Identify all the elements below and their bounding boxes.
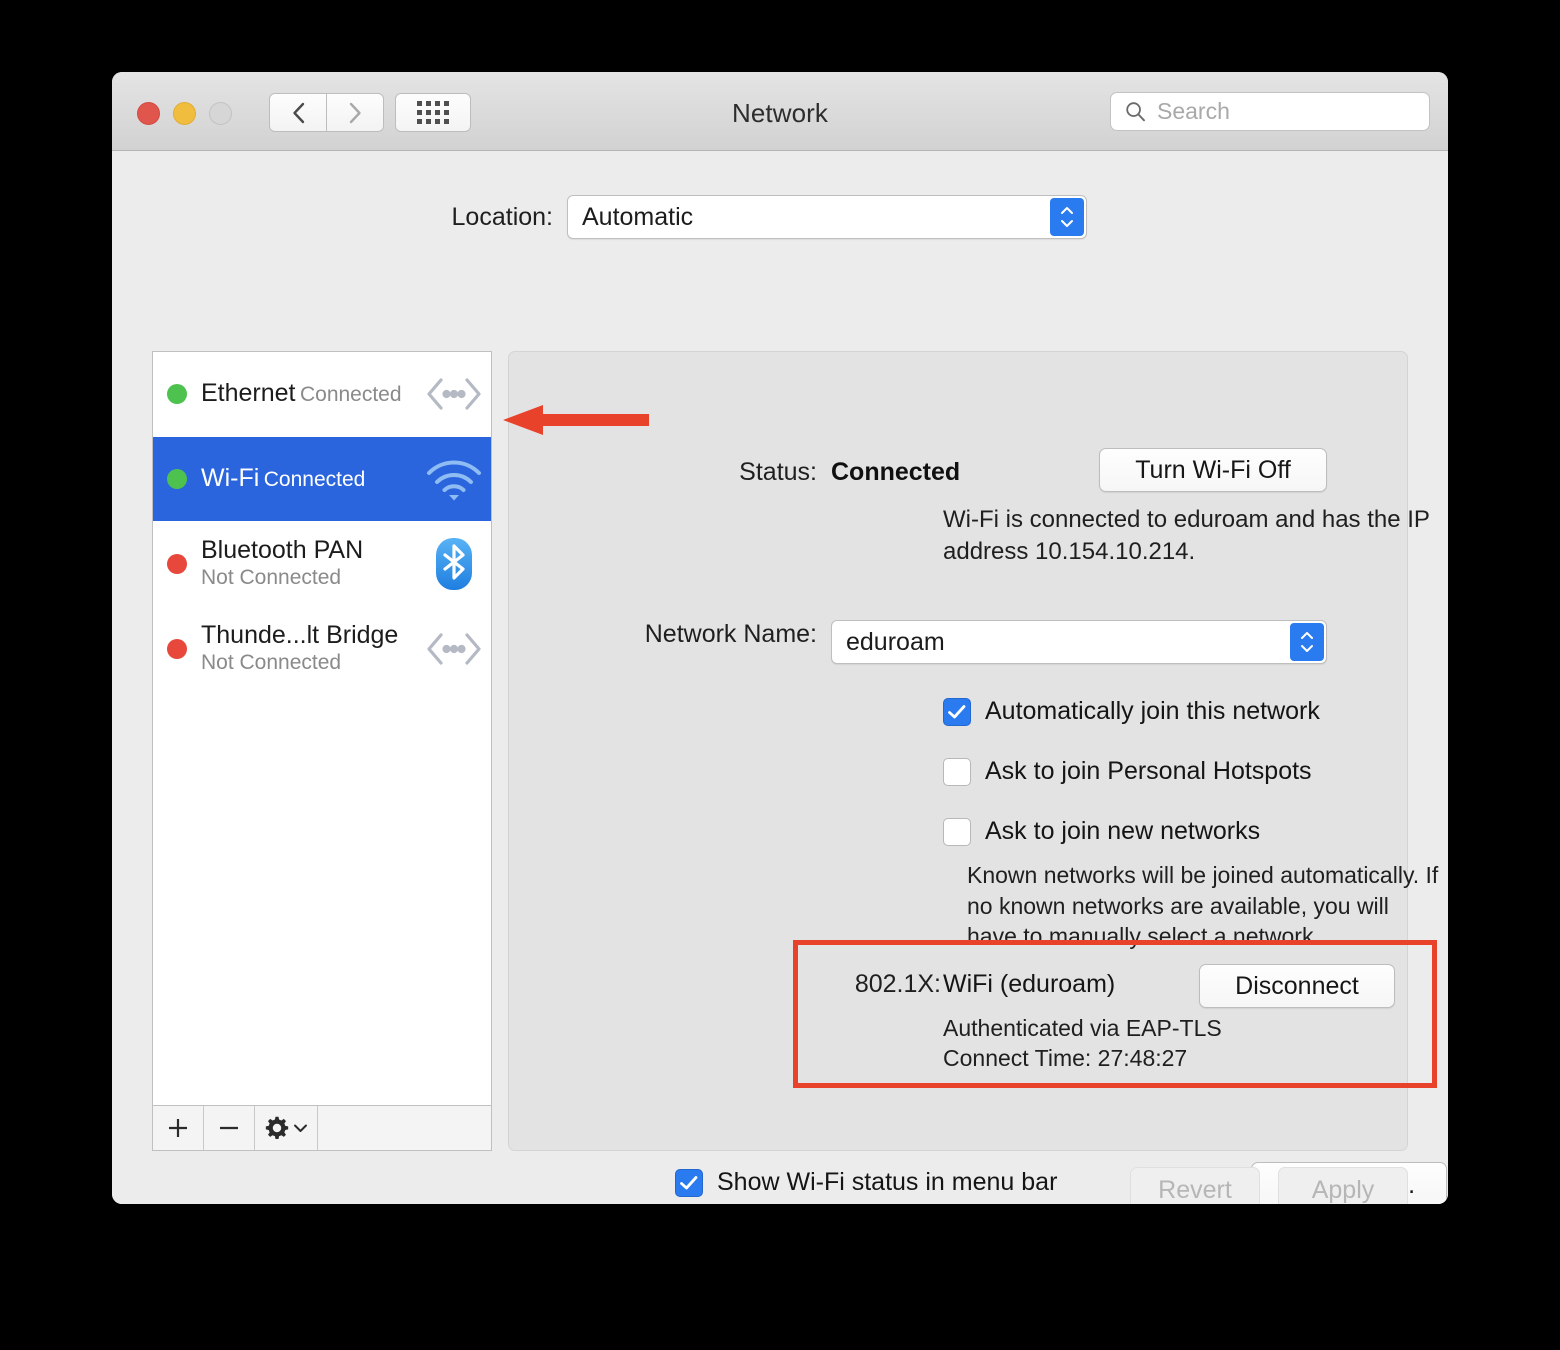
wifi-icon [423, 456, 485, 502]
sidebar-item-wifi[interactable]: Wi-Fi Connected [153, 437, 491, 522]
sidebar-item-bluetooth-pan[interactable]: Bluetooth PAN Not Connected [153, 522, 491, 607]
turn-wifi-off-button[interactable]: Turn Wi-Fi Off [1099, 448, 1327, 492]
disconnect-button[interactable]: Disconnect [1199, 964, 1395, 1008]
checkbox-ask-personal-hotspots[interactable]: Ask to join Personal Hotspots [943, 757, 1312, 786]
service-status: Not Connected [201, 650, 342, 674]
bluetooth-icon [423, 536, 485, 592]
window-body: Location: Automatic Ethernet Connected W… [112, 151, 1448, 1204]
sidebar-item-ethernet[interactable]: Ethernet Connected [153, 352, 491, 437]
service-status: Connected [263, 467, 366, 491]
screen: Network Location: Automatic [0, 0, 1560, 1350]
apply-button[interactable]: Apply [1278, 1167, 1408, 1204]
network-name-value: eduroam [846, 627, 945, 656]
checkbox-ask-new-networks[interactable]: Ask to join new networks [943, 817, 1260, 846]
checkbox-unchecked-icon [943, 817, 971, 846]
checkbox-unchecked-icon [943, 757, 971, 786]
gear-icon [265, 1116, 289, 1140]
service-actions-button[interactable] [255, 1106, 318, 1150]
network-name-stepper-arrows[interactable] [1290, 623, 1324, 661]
location-value: Automatic [582, 202, 694, 231]
sidebar-item-thunderbolt-bridge[interactable]: Thunde...lt Bridge Not Connected [153, 607, 491, 692]
service-name: Wi-Fi [201, 463, 260, 492]
dot1x-details: Authenticated via EAP-TLS Connect Time: … [943, 1014, 1222, 1074]
network-name-label: Network Name: [644, 620, 817, 648]
checkbox-auto-join-network[interactable]: Automatically join this network [943, 697, 1320, 726]
plus-icon [169, 1119, 187, 1137]
checkbox-checked-icon [675, 1168, 703, 1197]
annotation-arrow-left [503, 405, 649, 435]
network-name-row: Network Name: eduroam [509, 620, 1407, 664]
location-label: Location: [451, 202, 553, 231]
network-services-sidebar: Ethernet Connected Wi-Fi Connected Bluet… [152, 351, 492, 1151]
wifi-settings-panel: Status: Connected Turn Wi-Fi Off Wi-Fi i… [508, 351, 1447, 1204]
search-icon [1126, 102, 1145, 122]
network-preferences-window: Network Location: Automatic [112, 72, 1448, 1204]
chevron-down-icon [294, 1124, 307, 1132]
network-name-popup-button[interactable]: eduroam [831, 620, 1327, 664]
revert-button[interactable]: Revert [1130, 1167, 1260, 1204]
location-popup-button[interactable]: Automatic [567, 195, 1087, 239]
status-value: Connected [831, 458, 961, 486]
dot1x-auth-line: Authenticated via EAP-TLS [943, 1015, 1222, 1041]
checkbox-show-wifi-status-menu-bar[interactable]: Show Wi-Fi status in menu bar [509, 1168, 1057, 1197]
add-service-button[interactable] [153, 1106, 204, 1150]
services-toolbar [153, 1105, 491, 1150]
dot1x-value: WiFi (eduroam) [943, 970, 1116, 998]
ethernet-icon [423, 629, 485, 669]
search-input[interactable] [1155, 97, 1409, 126]
chevron-down-icon [1301, 645, 1313, 652]
status-label: Status: [739, 458, 817, 486]
location-stepper-arrows[interactable] [1050, 198, 1084, 236]
status-dot-green [167, 469, 187, 489]
dot1x-label: 802.1X: [854, 970, 941, 998]
checkbox-label: Ask to join new networks [985, 817, 1261, 845]
search-field[interactable] [1110, 92, 1430, 131]
service-status: Not Connected [201, 565, 342, 589]
service-status: Connected [299, 382, 402, 406]
checkbox-checked-icon [943, 697, 971, 726]
status-dot-red [167, 639, 187, 659]
checkbox-label: Show Wi-Fi status in menu bar [717, 1168, 1058, 1196]
chevron-up-icon [1061, 207, 1073, 214]
chevron-up-icon [1301, 632, 1313, 639]
service-name: Ethernet [201, 378, 296, 407]
checkbox-label: Ask to join Personal Hotspots [985, 757, 1312, 785]
service-name: Bluetooth PAN [201, 536, 364, 565]
status-dot-red [167, 554, 187, 574]
dot1x-connect-time: Connect Time: 27:48:27 [943, 1044, 1188, 1071]
remove-service-button[interactable] [204, 1106, 255, 1150]
networks-help-text: Known networks will be joined automatica… [967, 862, 1439, 950]
location-row: Location: Automatic [112, 195, 1448, 239]
checkbox-label: Automatically join this network [985, 697, 1320, 725]
footer-buttons: Revert Apply [1130, 1167, 1408, 1204]
status-description: Wi-Fi is connected to eduroam and has th… [943, 506, 1430, 565]
ethernet-icon [423, 374, 485, 414]
window-titlebar: Network [112, 72, 1448, 151]
network-services-list: Ethernet Connected Wi-Fi Connected Bluet… [153, 352, 491, 1107]
minus-icon [220, 1126, 238, 1130]
chevron-down-icon [1061, 220, 1073, 227]
status-dot-green [167, 384, 187, 404]
service-name: Thunde...lt Bridge [201, 621, 399, 650]
